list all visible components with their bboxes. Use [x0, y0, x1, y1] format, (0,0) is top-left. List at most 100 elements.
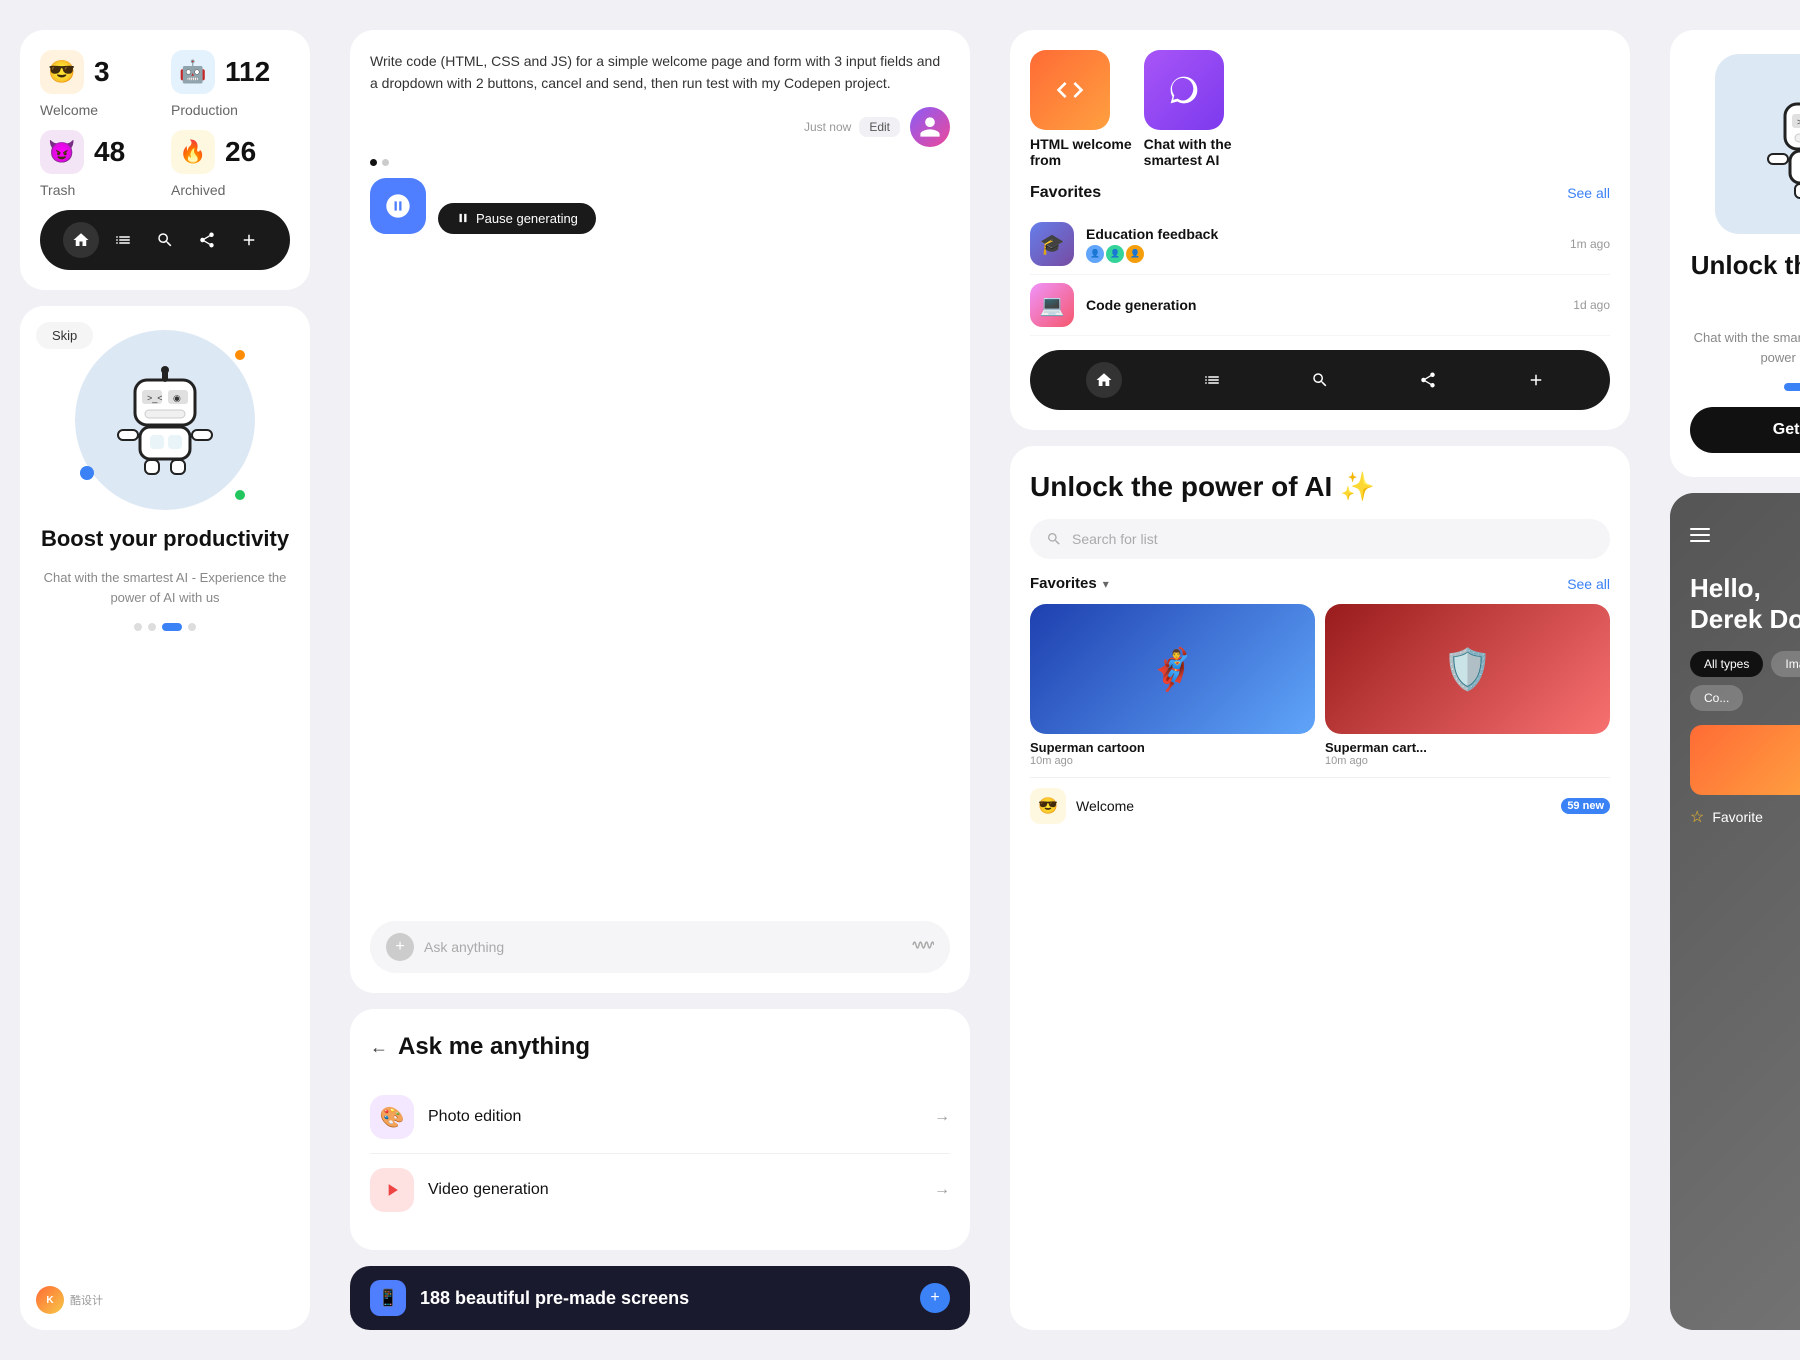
back-arrow-icon[interactable]: ← — [370, 1037, 388, 1058]
timestamp-edit-row: Just now Edit — [804, 117, 900, 137]
hamburger-icon[interactable] — [1690, 528, 1710, 542]
new-badge: 59 new — [1561, 798, 1610, 814]
image-item-superman1[interactable]: 🦸‍♂️ Superman cartoon 10m ago — [1030, 604, 1315, 767]
logo-text: 酷设计 — [70, 1292, 103, 1308]
welcome-list-item[interactable]: 😎 Welcome 59 new — [1030, 777, 1610, 834]
code-thumb: 💻 — [1030, 283, 1074, 327]
pause-button[interactable]: Pause generating — [438, 203, 596, 234]
edu-title: Education feedback — [1086, 226, 1558, 242]
project-item-welcome[interactable]: 😎 3 Welcome — [40, 50, 159, 118]
ask-item-video[interactable]: Video generation → — [370, 1154, 950, 1226]
edu-avatars: 👤 👤 👤 — [1086, 245, 1558, 263]
wave-icon — [912, 937, 934, 958]
input-left: + Ask anything — [386, 933, 504, 961]
svg-text:>_<: >_< — [147, 393, 163, 403]
nav-home-icon[interactable] — [63, 222, 99, 258]
ask-title: Ask me anything — [398, 1033, 590, 1061]
bottom-nav — [40, 210, 290, 270]
edit-button[interactable]: Edit — [859, 117, 900, 137]
filter-all-types[interactable]: All types — [1690, 651, 1763, 677]
chat-input-bar[interactable]: + Ask anything — [370, 921, 950, 973]
get-started-button[interactable]: Get started — [1690, 407, 1800, 453]
hello-content: D Hello,Derek Doyle All types Images Vid… — [1690, 517, 1800, 827]
nav-share-col3[interactable] — [1410, 362, 1446, 398]
nav-share-icon[interactable] — [189, 222, 225, 258]
image-item-superman2[interactable]: 🛡️ Superman cart... 10m ago — [1325, 604, 1610, 767]
feature-card-top: HTML welcomefrom Chat with thesmartest A… — [1010, 30, 1630, 430]
hello-greeting: Hello,Derek Doyle — [1690, 573, 1800, 635]
dot-3 — [162, 623, 182, 631]
avatar-3: 👤 — [1126, 245, 1144, 263]
dot-orange — [235, 350, 245, 360]
icon-col-chat: Chat with thesmartest AI — [1144, 50, 1232, 168]
see-all-button-top[interactable]: See all — [1567, 185, 1610, 201]
nav-list-icon[interactable] — [105, 222, 141, 258]
promo-robot-svg: >_< ◉ — [1755, 89, 1800, 199]
avatar-2: 👤 — [1106, 245, 1124, 263]
promo-card: >_< ◉ Unlock the power of AI Chat with t… — [1670, 30, 1800, 477]
filter-co[interactable]: Co... — [1690, 685, 1743, 711]
fav-item-education[interactable]: 🎓 Education feedback 👤 👤 👤 1m ago — [1030, 214, 1610, 275]
superman-1-title: Superman cartoon — [1030, 740, 1315, 755]
onboarding-card: Skip >_< ◉ — [20, 306, 310, 1330]
welcome-icon: 😎 — [40, 50, 84, 94]
superman-1-thumb: 🦸‍♂️ — [1030, 604, 1315, 734]
project-item-archived[interactable]: 🔥 26 Archived — [171, 130, 290, 198]
favorites-header: Favorites See all — [1030, 184, 1610, 202]
bottom-banner: 📱 188 beautiful pre-made screens + — [350, 1266, 970, 1330]
ask-item-photo[interactable]: 🎨 Photo edition → — [370, 1081, 950, 1154]
superman-1-time: 10m ago — [1030, 755, 1315, 767]
project-item-trash[interactable]: 😈 48 Trash — [40, 130, 159, 198]
code-info: Code generation — [1086, 297, 1561, 313]
archived-label: Archived — [171, 182, 225, 198]
nav-list-col3[interactable] — [1194, 362, 1230, 398]
banner-plus-icon[interactable]: + — [920, 1283, 950, 1313]
plus-icon[interactable]: + — [386, 933, 414, 961]
trash-count: 48 — [94, 136, 125, 168]
trash-icon: 😈 — [40, 130, 84, 174]
skip-button[interactable]: Skip — [36, 322, 93, 349]
column-2: Write code (HTML, CSS and JS) for a simp… — [330, 0, 990, 1360]
fav-bottom-row: ☆ Favorite — [1690, 807, 1800, 827]
chevron-down-icon: ▾ — [1103, 577, 1109, 591]
filter-images[interactable]: Images — [1771, 651, 1800, 677]
see-all-button-search[interactable]: See all — [1567, 576, 1610, 592]
nav-search-icon[interactable] — [147, 222, 183, 258]
nav-home-col3[interactable] — [1086, 362, 1122, 398]
nav-add-icon[interactable] — [231, 222, 267, 258]
column-3: HTML welcomefrom Chat with thesmartest A… — [990, 0, 1650, 1360]
search-icon — [1046, 531, 1062, 547]
project-item-production[interactable]: 🤖 112 Production — [171, 50, 290, 118]
promo-dots — [1784, 383, 1800, 391]
ask-header: ← Ask me anything — [370, 1033, 950, 1061]
icon-col-html: HTML welcomefrom — [1030, 50, 1132, 168]
search-favorites-row: Favorites ▾ See all — [1030, 575, 1610, 592]
column-1: 😎 3 Welcome 🤖 112 Production 😈 48 Trash … — [0, 0, 330, 1360]
fav-label: Favorite — [1712, 809, 1763, 825]
production-icon: 🤖 — [171, 50, 215, 94]
ai-icon — [370, 178, 426, 234]
search-bar[interactable]: Search for list — [1030, 519, 1610, 559]
nav-search-col3[interactable] — [1302, 362, 1338, 398]
superman-2-title: Superman cart... — [1325, 740, 1610, 755]
dot-2 — [148, 623, 156, 631]
nav-add-col3[interactable] — [1518, 362, 1554, 398]
filter-tabs: All types Images Videos Co... — [1690, 651, 1800, 711]
html-icon-box — [1030, 50, 1110, 130]
welcome-label: Welcome — [40, 102, 98, 118]
p-dot-2 — [382, 159, 389, 166]
chat-icon-label: Chat with thesmartest AI — [1144, 136, 1232, 168]
favorites-toggle[interactable]: Favorites ▾ — [1030, 575, 1109, 592]
dot-1 — [134, 623, 142, 631]
star-icon: ☆ — [1690, 807, 1704, 827]
fav-item-code[interactable]: 💻 Code generation 1d ago — [1030, 275, 1610, 336]
production-count: 112 — [225, 56, 270, 88]
banner-text: 188 beautiful pre-made screens — [420, 1288, 906, 1309]
svg-text:◉: ◉ — [173, 393, 181, 403]
dot-blue — [80, 466, 94, 480]
superman-2-time: 10m ago — [1325, 755, 1610, 767]
p-dot-1 — [370, 159, 377, 166]
pagination-dots — [370, 159, 950, 166]
favorites-toggle-label: Favorites — [1030, 575, 1097, 592]
hello-img-orange — [1690, 725, 1800, 795]
